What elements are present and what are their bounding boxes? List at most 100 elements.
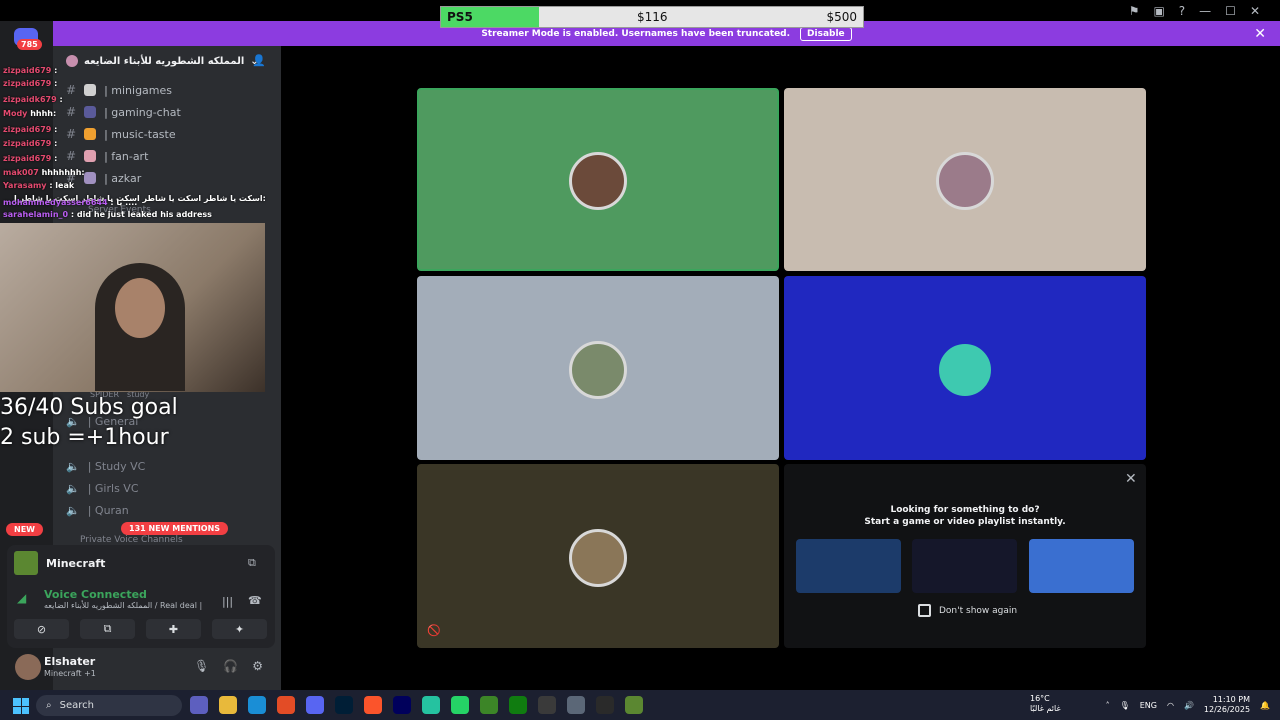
hash-icon: # — [66, 127, 77, 141]
channel-label: | gaming-chat — [104, 105, 181, 119]
channel-item[interactable]: # | music-taste — [66, 124, 176, 144]
disconnect-icon[interactable]: ☎ — [248, 594, 262, 607]
chevron-up-icon[interactable]: ˄ — [1106, 701, 1110, 710]
screen-share-icon[interactable]: ⧉ — [248, 556, 256, 570]
disable-button[interactable]: Disable — [800, 26, 852, 41]
minecraft-launcher-icon[interactable] — [480, 696, 498, 714]
close-icon[interactable]: ✕ — [1254, 26, 1266, 42]
goal-line-1: 36/40 Subs goal — [0, 395, 178, 420]
inbox-icon[interactable]: ▣ — [1153, 4, 1164, 18]
camera-off-button[interactable]: ⊘ — [14, 619, 69, 639]
obs-icon[interactable] — [538, 696, 556, 714]
activity-card-rythm[interactable] — [912, 539, 1017, 593]
chat-text: hhhhhhh: — [41, 168, 85, 177]
voice-channel-item[interactable]: 🔈 | Study VC — [66, 456, 145, 476]
xbox-icon[interactable] — [509, 696, 527, 714]
activity-card-soulbound[interactable] — [796, 539, 901, 593]
dont-show-label: Don't show again — [939, 605, 1018, 616]
chat-author: Yarasamy — [3, 181, 47, 190]
invite-people-icon[interactable]: 👤 — [252, 54, 266, 67]
system-tray: ˄ 🎙 ENG ◠ 🔊 11:10 PM 12/26/2025 🔔 — [1106, 690, 1280, 720]
avatar[interactable] — [569, 341, 627, 399]
private-voice-category[interactable]: Private Voice Channels — [80, 535, 183, 545]
voice-channel-item[interactable]: 🔈 | Girls VC — [66, 478, 139, 498]
wifi-icon[interactable]: ◠ — [1167, 701, 1174, 710]
language[interactable]: ENG — [1140, 701, 1157, 710]
settings-icon[interactable] — [567, 696, 585, 714]
weather-desc: غائم غالبًا — [1030, 704, 1061, 713]
subs-goal-overlay: 36/40 Subs goal 2 sub =+1hour — [0, 393, 178, 453]
chat-text: : يا .... — [110, 198, 138, 207]
teams-icon[interactable] — [190, 696, 208, 714]
volume-icon[interactable]: 🔊 — [1184, 701, 1194, 710]
whatsapp-icon[interactable] — [451, 696, 469, 714]
voice-location[interactable]: المملكه الشطوريه للأبناء الضايعه / Real … — [44, 601, 202, 610]
chat-text: : — [54, 139, 58, 148]
app-icon[interactable] — [422, 696, 440, 714]
microphone-icon[interactable]: 🎙 — [194, 659, 209, 673]
activity-card-8-ball-pool[interactable] — [1029, 539, 1134, 593]
weather-widget[interactable]: 16°C غائم غالبًا — [1010, 694, 1061, 714]
minecraft-icon — [14, 551, 38, 575]
user-panel: Elshater Minecraft +1 🎙 🎧 ⚙ — [7, 650, 275, 686]
chat-text: : — [54, 154, 58, 163]
flag-icon[interactable]: ⚑ — [1129, 4, 1140, 18]
channel-item[interactable]: # | minigames — [66, 80, 172, 100]
minecraft-icon[interactable] — [625, 696, 643, 714]
new-mentions-pill[interactable]: 131 NEW MENTIONS — [121, 522, 229, 535]
premiere-icon[interactable] — [393, 696, 411, 714]
server-header[interactable]: المملكه الشطوريه للأبناء الضايعه ⌄ — [66, 52, 259, 70]
dont-show-checkbox[interactable] — [918, 604, 931, 617]
edge-icon[interactable] — [248, 696, 266, 714]
voice-channel-label: | Girls VC — [87, 481, 139, 495]
mic-tray-icon[interactable]: 🎙 — [1120, 701, 1130, 710]
avatar[interactable] — [569, 529, 627, 587]
soundboard-button[interactable]: ✦ — [212, 619, 267, 639]
channel-emoji-icon — [84, 172, 97, 184]
dont-show-again[interactable]: Don't show again — [918, 604, 1017, 617]
taskbar-search[interactable]: ⌕ Search — [36, 695, 182, 716]
chat-author: mohammedyasser6644 — [3, 198, 108, 207]
chat-author: zizpaid679 — [3, 79, 52, 88]
voice-channel-item[interactable]: 🔈 | Quran — [66, 500, 129, 520]
headphones-icon[interactable]: 🎧 — [223, 659, 238, 673]
help-icon[interactable]: ? — [1179, 4, 1185, 18]
close-window-icon[interactable]: ✕ — [1250, 4, 1260, 18]
epic-games-icon[interactable] — [596, 696, 614, 714]
photoshop-icon[interactable] — [335, 696, 353, 714]
chat-message: mohammedyasser6644 : يا .... — [3, 198, 137, 207]
pinned-apps — [190, 696, 643, 714]
window-controls: ⚑ ▣ ? — ☐ ✕ — [1090, 0, 1280, 21]
discord-icon[interactable] — [306, 696, 324, 714]
close-icon[interactable]: ✕ — [1125, 471, 1137, 487]
avatar[interactable] — [569, 152, 627, 210]
avatar[interactable] — [15, 654, 41, 680]
voice-controls: ⊘ ⧉ ✚ ✦ — [14, 619, 267, 639]
chrome-icon[interactable] — [277, 696, 295, 714]
search-label: Search — [59, 700, 94, 711]
maximize-icon[interactable]: ☐ — [1225, 4, 1236, 18]
minimize-icon[interactable]: — — [1199, 4, 1211, 18]
chat-text: : leak — [49, 181, 75, 190]
channel-label: | azkar — [104, 171, 142, 185]
voice-connected[interactable]: Voice Connected — [44, 588, 147, 601]
weather-temp: 16°C — [1030, 694, 1050, 703]
avatar[interactable] — [936, 341, 994, 399]
channel-item[interactable]: # | fan-art — [66, 146, 148, 166]
notifications-icon[interactable]: 🔔 — [1260, 701, 1270, 710]
file-explorer-icon[interactable] — [219, 696, 237, 714]
gear-icon[interactable]: ⚙ — [252, 659, 263, 673]
chat-author: mak007 — [3, 168, 39, 177]
clock[interactable]: 11:10 PM 12/26/2025 — [1204, 695, 1250, 715]
channel-item[interactable]: # | gaming-chat — [66, 102, 181, 122]
server-icon — [66, 55, 78, 67]
windows-start-icon[interactable] — [13, 698, 29, 714]
share-screen-button[interactable]: ⧉ — [80, 619, 135, 639]
channel-emoji-icon — [84, 128, 97, 140]
brave-icon[interactable] — [364, 696, 382, 714]
chat-text: : — [59, 95, 63, 104]
noise-suppression-icon[interactable]: ||| — [222, 595, 233, 608]
chat-author: Mody — [3, 109, 28, 118]
avatar[interactable] — [936, 152, 994, 210]
activities-button[interactable]: ✚ — [146, 619, 201, 639]
